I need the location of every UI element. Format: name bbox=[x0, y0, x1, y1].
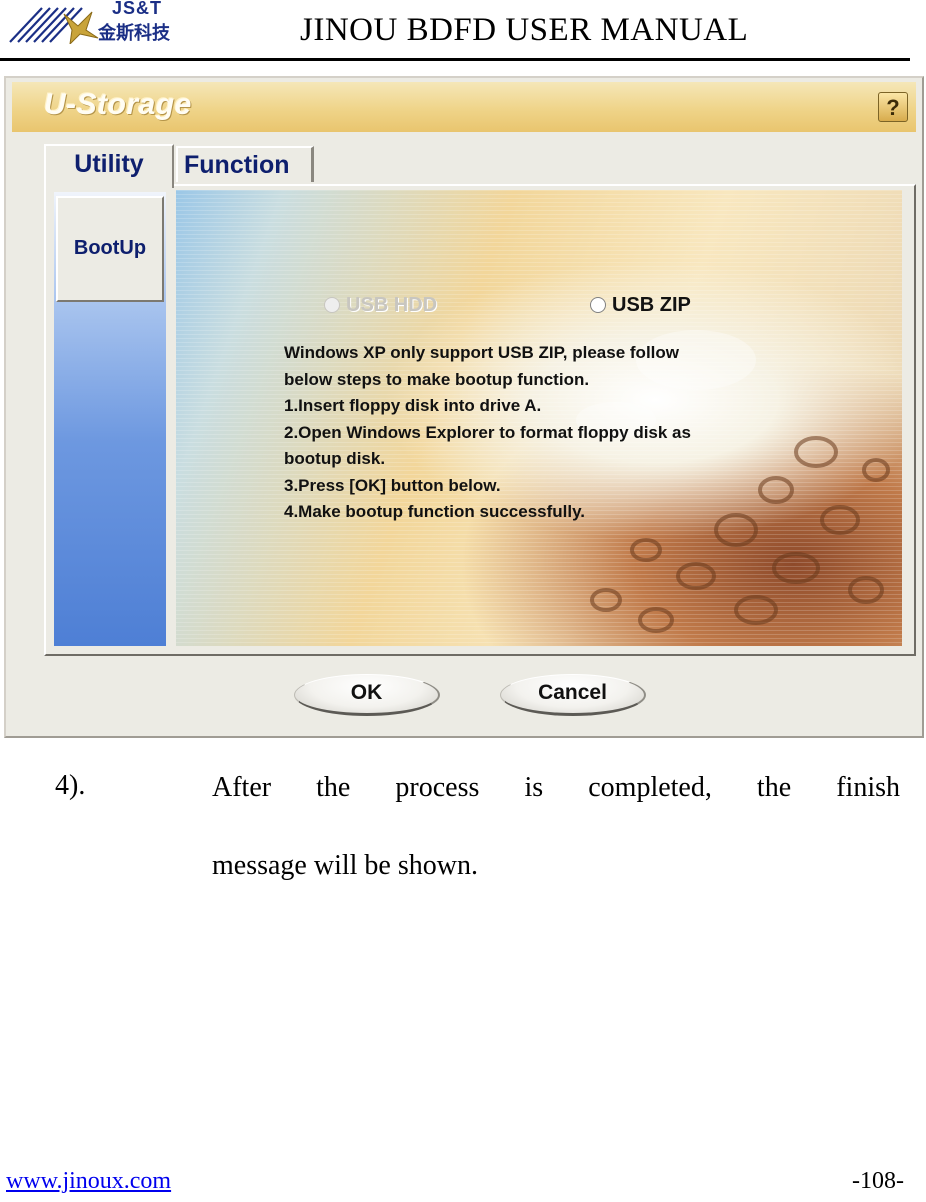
instruction-line: 1.Insert floppy disk into drive A. bbox=[284, 396, 542, 415]
usb-zip-radio[interactable] bbox=[590, 297, 606, 313]
logo-text-en: JS&T bbox=[112, 0, 163, 18]
instruction-line: Windows XP only support USB ZIP, please … bbox=[284, 343, 679, 362]
tab-utility[interactable]: Utility bbox=[44, 144, 174, 188]
ok-button[interactable]: OK bbox=[294, 674, 440, 716]
help-button[interactable]: ? bbox=[878, 92, 908, 122]
cancel-button[interactable]: Cancel bbox=[500, 674, 646, 716]
logo-text-cn: 金斯科技 bbox=[98, 23, 170, 44]
header-divider bbox=[0, 58, 910, 61]
instruction-line: 2.Open Windows Explorer to format floppy… bbox=[284, 422, 691, 442]
u-storage-window: U-Storage ? Utility Function BootUp USB … bbox=[4, 76, 924, 738]
step-line-2: message will be shown. bbox=[212, 850, 478, 881]
footer-website-link[interactable]: www.jinoux.com bbox=[6, 1168, 171, 1195]
step-number: 4). bbox=[55, 770, 86, 801]
bootup-button[interactable]: BootUp bbox=[56, 196, 164, 302]
instruction-line: bootup disk. bbox=[284, 449, 386, 468]
document-title: JINOU BDFD USER MANUAL bbox=[300, 12, 749, 48]
step-line-1: After the process is completed, the fini… bbox=[212, 772, 900, 803]
usb-hdd-radio bbox=[324, 297, 340, 313]
tab-function[interactable]: Function bbox=[176, 146, 314, 182]
app-title: U-Storage bbox=[44, 88, 192, 121]
page-header: JS&T 金斯科技 JINOU BDFD USER MANUAL bbox=[0, 0, 926, 62]
usb-zip-label: USB ZIP bbox=[612, 294, 691, 316]
bootup-content: USB HDD USB ZIP Windows XP only support … bbox=[176, 190, 902, 646]
instruction-line: below steps to make bootup function. bbox=[284, 369, 590, 389]
tab-panel: BootUp USB HDD USB ZIP Windows XP only s… bbox=[44, 184, 916, 656]
sidebar: BootUp bbox=[54, 192, 166, 646]
logo-stripes-icon bbox=[9, 7, 99, 44]
bootup-instructions: Windows XP only support USB ZIP, please … bbox=[284, 340, 804, 526]
company-logo: JS&T 金斯科技 bbox=[8, 0, 188, 48]
step-description: After the process is completed, the fini… bbox=[212, 770, 900, 881]
window-title-bar: U-Storage ? bbox=[12, 82, 916, 132]
instruction-line: 3.Press [OK] button below. bbox=[284, 475, 501, 495]
page-number: -108- bbox=[852, 1168, 904, 1194]
usb-hdd-label: USB HDD bbox=[346, 294, 438, 316]
usb-zip-option[interactable]: USB ZIP bbox=[590, 294, 691, 317]
usb-hdd-option: USB HDD bbox=[324, 294, 437, 317]
instruction-line: 4.Make bootup function successfully. bbox=[284, 502, 586, 521]
